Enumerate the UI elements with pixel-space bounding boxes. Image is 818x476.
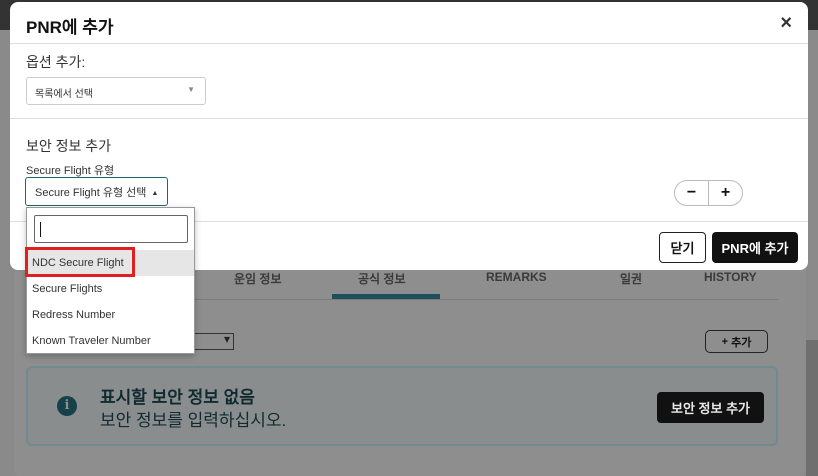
secure-flight-dropdown: NDC Secure Flight Secure Flights Redress… [25, 207, 195, 354]
tab-official-info: 공식 정보 [358, 272, 406, 286]
plus-icon: + [721, 335, 729, 348]
info-title: 표시할 보안 정보 없음 [100, 388, 255, 407]
dropdown-search-input[interactable] [34, 215, 188, 243]
text-cursor [40, 222, 41, 237]
annotation-highlight-box [25, 247, 135, 277]
tab-history: HISTORY [704, 270, 757, 284]
tab-remarks: REMARKS [486, 270, 547, 284]
caret-up-icon: ▲ [151, 190, 159, 197]
background-add-button: + 추가 [705, 330, 768, 353]
info-icon: i [57, 396, 77, 416]
background-scrollbar [806, 340, 818, 476]
active-tab-indicator [332, 294, 440, 299]
secure-flight-label: Secure Flight 유형 [26, 165, 115, 177]
tab-ticket: 일권 [620, 272, 643, 286]
increment-button[interactable]: + [708, 180, 743, 206]
background-select [190, 332, 234, 350]
options-select-value: 목록에서 선택 [35, 89, 93, 100]
dropdown-option-label: Redress Number [32, 309, 116, 321]
modal-header: PNR에 추가 × [10, 2, 808, 44]
dropdown-option-ndc-secure-flight[interactable]: NDC Secure Flight [25, 247, 194, 277]
options-label: 옵션 추가: [26, 54, 86, 70]
close-icon[interactable]: × [780, 12, 792, 35]
decrement-button[interactable]: − [674, 180, 709, 206]
dropdown-option-secure-flights[interactable]: Secure Flights [27, 276, 194, 302]
dropdown-option-redress-number[interactable]: Redress Number [27, 302, 194, 328]
secure-flight-select[interactable]: Secure Flight 유형 선택 ▲ [25, 177, 168, 206]
close-button[interactable]: 닫기 [659, 232, 706, 263]
info-subtitle: 보안 정보를 입력하십시오. [100, 411, 287, 430]
dropdown-option-label: Secure Flights [32, 283, 103, 295]
add-to-pnr-button[interactable]: PNR에 추가 [712, 232, 798, 263]
security-section-title: 보안 정보 추가 [26, 138, 112, 154]
caret-down-icon: ▼ [187, 85, 195, 94]
dropdown-option-label: Known Traveler Number [32, 335, 151, 347]
modal-title: PNR에 추가 [26, 18, 114, 37]
options-select[interactable]: 목록에서 선택 ▼ [26, 77, 206, 105]
section-divider [10, 118, 808, 119]
quantity-stepper: − + [674, 180, 744, 206]
add-security-info-button: 보안 정보 추가 [657, 392, 764, 423]
background-add-button-label: 추가 [731, 336, 752, 349]
secure-flight-select-value: Secure Flight 유형 선택 [35, 187, 147, 199]
dropdown-option-known-traveler-number[interactable]: Known Traveler Number [27, 328, 194, 354]
tab-fare-info: 운임 정보 [234, 272, 282, 286]
